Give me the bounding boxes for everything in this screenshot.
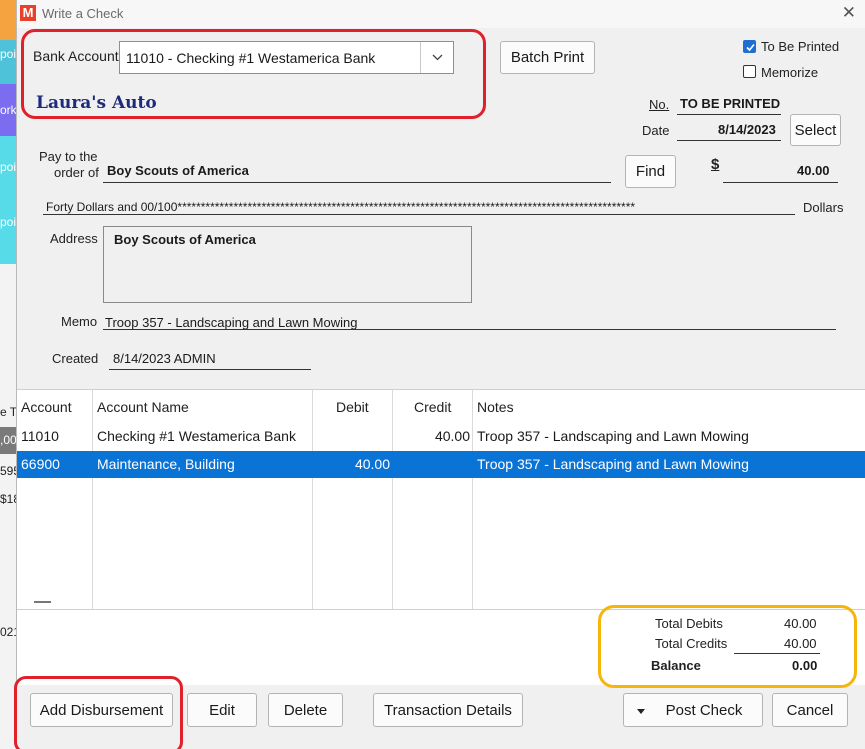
- cancel-label: Cancel: [786, 702, 834, 719]
- window-title: Write a Check: [42, 6, 124, 21]
- date-underline: [677, 140, 781, 141]
- balance-label: Balance: [651, 658, 701, 673]
- memo-label: Memo: [61, 314, 98, 329]
- table-row-selected[interactable]: 66900 Maintenance, Building 40.00 Troop …: [17, 451, 865, 478]
- bank-account-dropdown-button[interactable]: [420, 42, 453, 73]
- totals-underline: [734, 653, 820, 654]
- bg-fragment: poi: [0, 47, 16, 61]
- column-header-account-name[interactable]: Account Name: [97, 399, 189, 415]
- find-label: Find: [635, 163, 666, 180]
- edit-button[interactable]: Edit: [187, 693, 257, 727]
- address-value: Boy Scouts of America: [114, 232, 256, 247]
- address-box[interactable]: Boy Scouts of America: [103, 226, 472, 303]
- select-button[interactable]: Select: [790, 114, 841, 146]
- batch-print-label: Batch Print: [510, 49, 585, 66]
- amount-in-words: Forty Dollars and 00/100****************…: [46, 200, 636, 214]
- close-icon[interactable]: ✕: [842, 3, 856, 23]
- total-debits-value: 40.00: [784, 616, 817, 631]
- grid-resize-handle[interactable]: [34, 601, 51, 603]
- column-header-notes[interactable]: Notes: [477, 399, 514, 415]
- column-header-debit[interactable]: Debit: [336, 399, 369, 415]
- delete-label: Delete: [283, 702, 328, 719]
- add-disbursement-button[interactable]: Add Disbursement: [30, 693, 173, 727]
- memorize-checkbox[interactable]: [743, 65, 756, 78]
- cell-notes: Troop 357 - Landscaping and Lawn Mowing: [477, 456, 749, 472]
- disbursement-grid[interactable]: Account Account Name Debit Credit Notes …: [17, 389, 865, 610]
- post-check-button[interactable]: Post Check: [623, 693, 763, 727]
- background-app-strip: poi ork poi poi e T ,00 595 $18 021: [0, 0, 16, 749]
- bg-fragment: e T: [0, 405, 16, 419]
- write-check-dialog: M Write a Check ✕ Bank Account 11010 - C…: [16, 0, 865, 749]
- add-disbursement-label: Add Disbursement: [39, 702, 164, 719]
- delete-button[interactable]: Delete: [268, 693, 343, 727]
- bank-account-select[interactable]: 11010 - Checking #1 Westamerica Bank: [119, 41, 454, 74]
- date-label: Date: [642, 123, 670, 138]
- created-label: Created: [52, 351, 99, 366]
- select-label: Select: [794, 122, 837, 139]
- cell-account: 66900: [21, 456, 60, 472]
- bg-cyan-block-2: [0, 136, 16, 264]
- bg-fragment: 021: [0, 625, 16, 639]
- app-logo-icon: M: [20, 5, 36, 21]
- edit-label: Edit: [209, 702, 235, 719]
- dollar-sign: $: [711, 156, 720, 173]
- bg-fragment: poi: [0, 215, 16, 229]
- date-value[interactable]: 8/14/2023: [718, 122, 776, 137]
- cell-account: 11010: [21, 428, 59, 444]
- table-row[interactable]: 11010 Checking #1 Westamerica Bank 40.00…: [17, 423, 865, 450]
- bank-account-value: 11010 - Checking #1 Westamerica Bank: [126, 50, 376, 66]
- amount-words-underline: [43, 214, 795, 215]
- total-credits-label: Total Credits: [655, 636, 728, 651]
- title-bar: M Write a Check ✕: [17, 0, 865, 28]
- totals-panel: Total Debits 40.00 Total Credits 40.00 B…: [17, 609, 865, 685]
- cell-debit: 40.00: [354, 456, 390, 472]
- transaction-details-label: Transaction Details: [384, 702, 512, 719]
- bg-fragment: ,00: [0, 433, 16, 447]
- caret-down-icon: [637, 709, 645, 714]
- dollars-label: Dollars: [803, 200, 844, 215]
- bg-fragment: $18: [0, 492, 16, 506]
- chevron-down-icon: [432, 54, 443, 61]
- find-button[interactable]: Find: [625, 155, 676, 188]
- check-number-label: No.: [649, 97, 670, 112]
- payee-underline: [103, 182, 611, 183]
- pay-to-label-line2: order of: [54, 165, 99, 180]
- bank-account-label: Bank Account: [33, 48, 119, 64]
- bg-fragment: 595: [0, 464, 16, 478]
- company-name: Laura's Auto: [36, 93, 157, 113]
- total-credits-value: 40.00: [784, 636, 817, 651]
- bg-orange-block: [0, 0, 16, 40]
- cancel-button[interactable]: Cancel: [772, 693, 848, 727]
- bg-fragment: ork: [0, 103, 16, 117]
- balance-value: 0.00: [792, 658, 818, 673]
- amount-value[interactable]: 40.00: [797, 163, 830, 178]
- memorize-label: Memorize: [761, 65, 819, 80]
- amount-underline: [723, 182, 838, 183]
- check-number-value: TO BE PRINTED: [680, 96, 781, 111]
- to-be-printed-label: To Be Printed: [761, 39, 840, 54]
- bg-fragment: poi: [0, 160, 16, 174]
- to-be-printed-checkbox[interactable]: [743, 40, 756, 53]
- created-value: 8/14/2023 ADMIN: [113, 351, 216, 366]
- created-underline: [109, 369, 311, 370]
- cell-credit: 40.00: [434, 428, 470, 444]
- cell-account-name: Checking #1 Westamerica Bank: [97, 428, 296, 444]
- payee-value[interactable]: Boy Scouts of America: [107, 163, 249, 178]
- check-number-underline: [677, 114, 781, 115]
- cell-notes: Troop 357 - Landscaping and Lawn Mowing: [477, 428, 749, 444]
- address-label: Address: [50, 231, 98, 246]
- cell-account-name: Maintenance, Building: [97, 456, 235, 472]
- transaction-details-button[interactable]: Transaction Details: [373, 693, 523, 727]
- memo-value[interactable]: Troop 357 - Landscaping and Lawn Mowing: [105, 315, 357, 330]
- memo-underline: [103, 329, 836, 330]
- total-debits-label: Total Debits: [655, 616, 723, 631]
- column-header-account[interactable]: Account: [21, 399, 72, 415]
- batch-print-button[interactable]: Batch Print: [500, 41, 595, 74]
- checkmark-icon: [746, 43, 755, 52]
- column-header-credit[interactable]: Credit: [414, 399, 451, 415]
- pay-to-label-line1: Pay to the: [39, 149, 98, 164]
